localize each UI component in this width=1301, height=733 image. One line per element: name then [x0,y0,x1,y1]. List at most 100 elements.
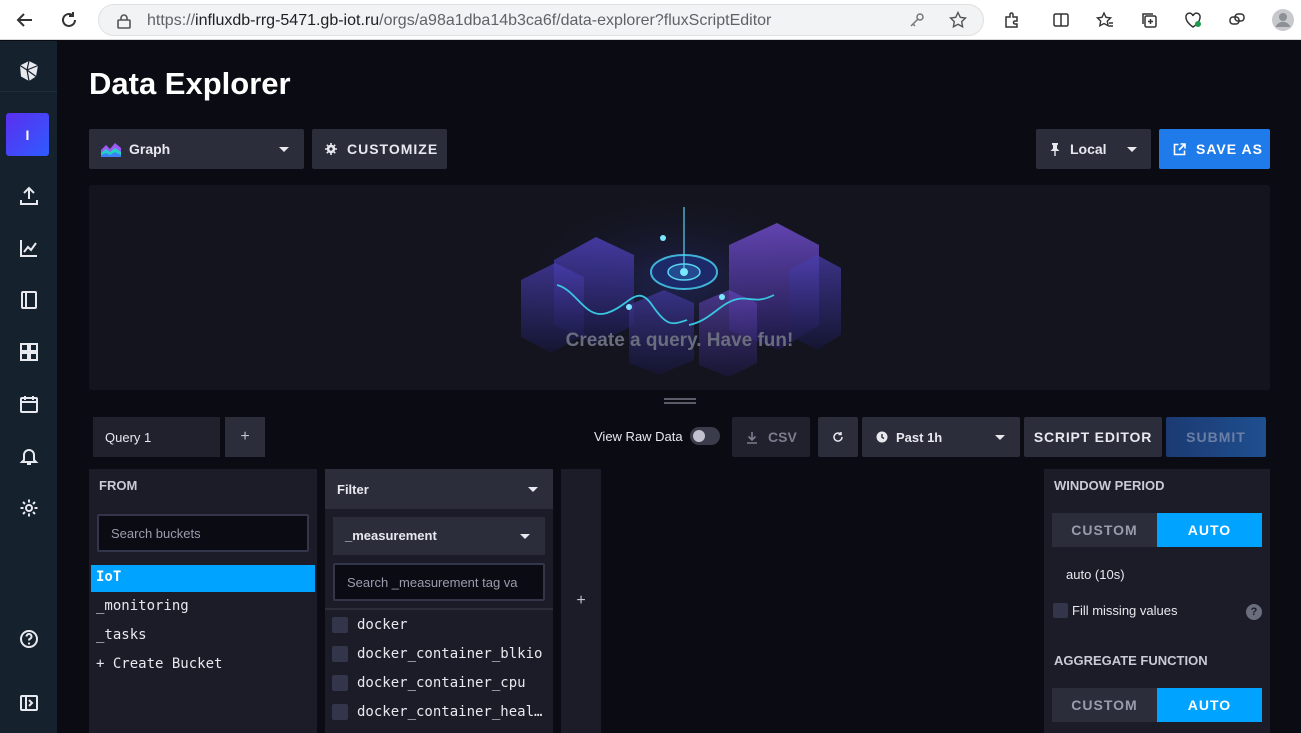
from-title: FROM [99,478,138,493]
timezone-label: Local [1070,141,1107,157]
reload-icon[interactable] [55,6,83,34]
aggregate-custom-button[interactable]: CUSTOM [1052,688,1157,722]
download-icon [746,431,758,444]
bucket-item-tasks[interactable]: _tasks [91,623,315,650]
save-as-button[interactable]: SAVE AS [1159,129,1270,169]
graph-panel: Create a query. Have fun! [89,185,1270,390]
key-icon[interactable] [909,12,925,33]
tag-value-label: docker_container_health [357,704,547,720]
bucket-item-monitoring[interactable]: _monitoring [91,594,315,621]
pin-icon [1050,142,1060,156]
help-icon[interactable]: ? [1246,604,1262,620]
timezone-dropdown[interactable]: Local [1036,129,1151,169]
bucket-item-iot[interactable]: IoT [91,565,315,592]
empty-state-illustration [499,185,859,377]
search-tag-values-input[interactable]: Search _measurement tag va [333,563,545,601]
filter-divider [325,608,553,610]
save-as-label: SAVE AS [1196,141,1263,157]
filter-panel: Filter _measurement Search _measurement … [325,469,553,733]
aggregate-function-toggle: CUSTOM AUTO [1052,688,1262,722]
gear-icon[interactable] [0,486,57,530]
help-icon[interactable] [0,617,57,661]
checkbox[interactable] [332,675,348,691]
url-text: https://influxdb-rrg-5471.gb-iot.ru/orgs… [147,12,772,29]
copilot-icon[interactable] [1223,6,1251,34]
tag-value-label: docker_container_cpu [357,675,526,691]
submit-label: SUBMIT [1186,429,1246,445]
chevron-down-icon [528,487,538,492]
expand-icon[interactable] [0,681,57,725]
influx-logo-icon[interactable] [0,49,57,93]
org-avatar[interactable]: I [6,113,49,156]
tag-key-dropdown[interactable]: _measurement [333,517,545,555]
tag-value-row[interactable]: docker_container_health [325,699,553,728]
aggregate-auto-button[interactable]: AUTO [1157,688,1262,722]
window-custom-button[interactable]: CUSTOM [1052,513,1157,547]
favorites-icon[interactable] [1091,6,1119,34]
notebook-icon[interactable] [0,278,57,322]
clock-icon [876,431,888,443]
create-bucket-button[interactable]: + Create Bucket [91,652,315,679]
refresh-icon [832,431,844,443]
filter-function-dropdown[interactable]: Filter [325,469,553,509]
view-type-dropdown[interactable]: Graph [89,129,304,169]
empty-graph-message: Create a query. Have fun! [565,330,794,351]
main-content: Data Explorer Graph CUSTOMIZE Local SAVE… [57,41,1301,733]
left-nav: I [0,41,57,733]
tag-key-label: _measurement [345,528,437,543]
tag-value-label: docker_container_blkio [357,646,543,662]
dashboards-icon[interactable] [0,330,57,374]
graph-type-icon [101,141,121,157]
query-tab[interactable]: Query 1 [93,417,220,457]
checkbox[interactable] [332,704,348,720]
view-raw-data-label: View Raw Data [594,429,683,444]
browser-toolbar: https://influxdb-rrg-5471.gb-iot.ru/orgs… [0,0,1301,40]
tag-value-row[interactable]: docker_container_blkio [325,641,553,670]
checkbox[interactable] [332,617,348,633]
export-icon [1173,142,1186,156]
tag-value-label: docker [357,617,408,633]
calendar-icon[interactable] [0,382,57,426]
search-buckets-input[interactable]: Search buckets [97,514,309,552]
tag-value-row[interactable]: docker [325,612,553,641]
address-bar[interactable]: https://influxdb-rrg-5471.gb-iot.ru/orgs… [98,4,984,36]
fill-missing-label: Fill missing values [1072,603,1178,618]
add-query-button[interactable]: + [225,417,265,457]
collections-icon[interactable] [1135,6,1163,34]
csv-label: CSV [768,429,797,445]
checkbox[interactable] [332,646,348,662]
add-filter-button[interactable]: + [561,469,601,733]
chevron-down-icon [1127,147,1137,152]
customize-label: CUSTOMIZE [347,141,439,157]
window-auto-button[interactable]: AUTO [1157,513,1262,547]
script-editor-button[interactable]: SCRIPT EDITOR [1024,417,1162,457]
resize-handle[interactable] [664,398,696,404]
submit-button[interactable]: SUBMIT [1166,417,1266,457]
star-icon[interactable] [948,10,968,34]
aggregate-function-title: AGGREGATE FUNCTION [1054,653,1208,668]
filter-function-label: Filter [337,482,369,497]
chevron-down-icon [279,147,289,152]
profile-avatar-icon[interactable] [1269,6,1297,34]
back-icon[interactable] [11,6,39,34]
toggle-knob [693,430,705,442]
from-panel: FROM Search buckets IoT _monitoring _tas… [89,469,317,733]
upload-icon[interactable] [0,174,57,218]
refresh-button[interactable] [818,417,858,457]
aggregate-panel: WINDOW PERIOD CUSTOM AUTO auto (10s) Fil… [1044,469,1270,733]
extensions-icon[interactable] [998,6,1026,34]
tag-value-row[interactable]: docker_container_cpu [325,670,553,699]
view-raw-data-toggle[interactable] [690,427,720,445]
customize-button[interactable]: CUSTOMIZE [312,129,447,169]
window-period-title: WINDOW PERIOD [1054,478,1165,493]
time-range-dropdown[interactable]: Past 1h [862,417,1020,457]
split-screen-icon[interactable] [1047,6,1075,34]
chevron-down-icon [520,534,530,539]
fill-missing-checkbox[interactable] [1053,603,1068,618]
graph-icon[interactable] [0,226,57,270]
bell-icon[interactable] [0,434,57,478]
script-editor-label: SCRIPT EDITOR [1033,429,1153,445]
chevron-down-icon [995,435,1005,440]
csv-button[interactable]: CSV [732,417,810,457]
browser-essentials-icon[interactable] [1179,6,1207,34]
